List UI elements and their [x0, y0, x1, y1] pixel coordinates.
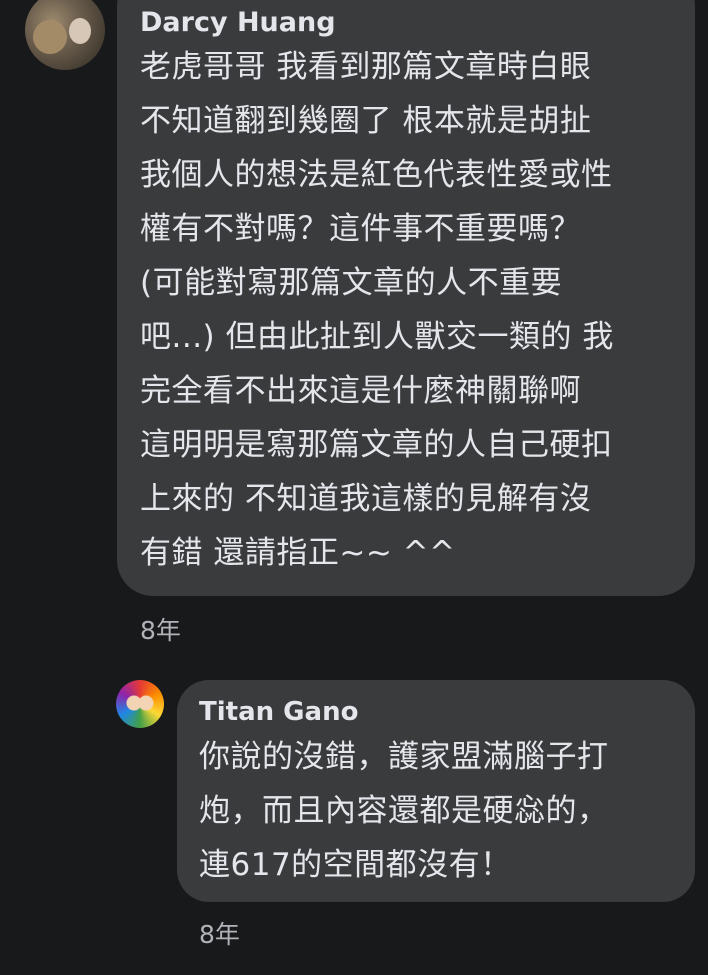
reply-body: 你說的沒錯，護家盟滿腦子打 炮，而且內容還都是硬惢的， 連617的空間都沒有！	[199, 730, 609, 892]
comment-line: 完全看不出來這是什麼神關聯啊	[140, 373, 581, 409]
comment-line: 老虎哥哥 我看到那篇文章時白眼	[140, 49, 592, 85]
avatar-face	[69, 18, 91, 44]
comment-body: 老虎哥哥 我看到那篇文章時白眼 不知道翻到幾圈了 根本就是胡扯 我個人的想法是紅…	[140, 40, 614, 580]
comment-line: 權有不對嗎？這件事不重要嗎？	[140, 211, 581, 247]
comment-line: 我個人的想法是紅色代表性愛或性	[140, 157, 613, 193]
comment-line: 有錯 還請指正~~ ^^	[140, 535, 456, 571]
comment-line: (可能對寫那篇文章的人不重要	[140, 265, 563, 301]
reply-avatar[interactable]	[116, 680, 164, 728]
comment-line: 這明明是寫那篇文章的人自己硬扣	[140, 427, 613, 463]
reply-author-name[interactable]: Titan Gano	[199, 697, 358, 727]
reply-line: 你說的沒錯，護家盟滿腦子打	[199, 739, 609, 775]
reply-line: 連617的空間都沒有！	[199, 847, 512, 883]
comment-line: 不知道翻到幾圈了 根本就是胡扯	[140, 103, 592, 139]
commenter-avatar[interactable]	[25, 0, 105, 70]
comment-author-name[interactable]: Darcy Huang	[140, 7, 336, 38]
avatar-animal	[33, 20, 67, 54]
comment-timestamp[interactable]: 8年	[140, 611, 181, 647]
reply-timestamp[interactable]: 8年	[199, 915, 240, 951]
comment-line: 吧...) 但由此扯到人獸交一類的 我	[140, 319, 614, 355]
avatar-faces	[125, 692, 155, 714]
comment-line: 上來的 不知道我這樣的見解有沒	[140, 481, 592, 517]
reply-line: 炮，而且內容還都是硬惢的，	[199, 793, 609, 829]
